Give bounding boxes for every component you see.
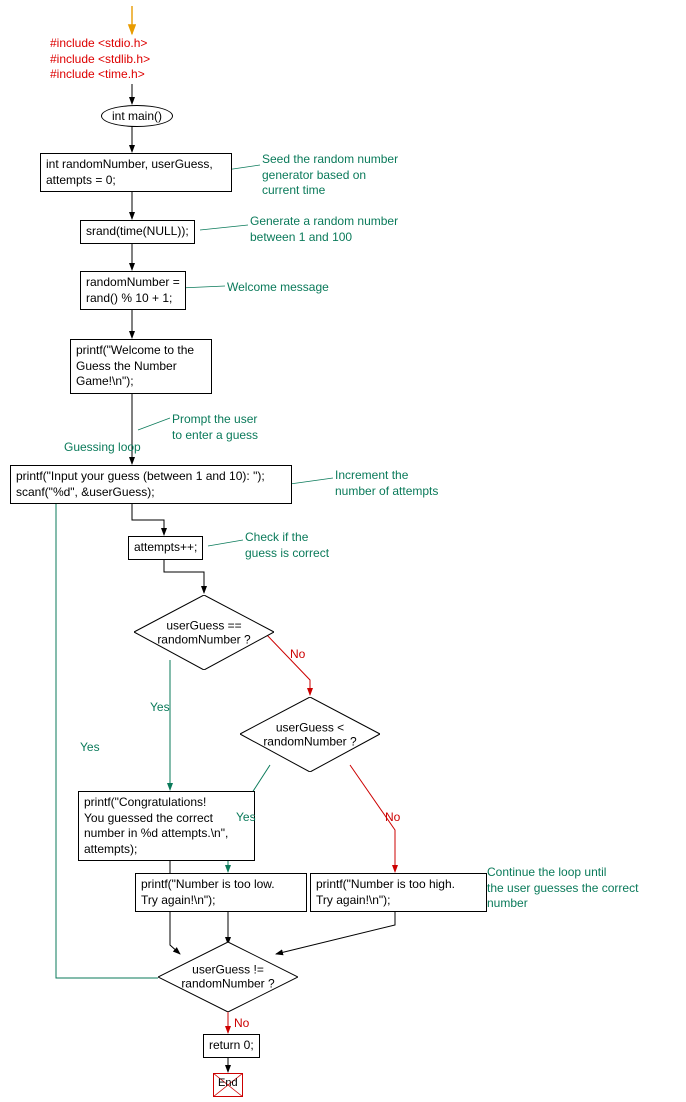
comment-seed: Seed the random number generator based o… (262, 152, 398, 199)
srand-node: srand(time(NULL)); (80, 220, 195, 244)
return-node: return 0; (203, 1034, 260, 1058)
edge-label-no: No (234, 1016, 249, 1030)
node-text: rand() % 10 + 1; (86, 291, 180, 307)
node-text: End (218, 1077, 238, 1089)
welcome-node: printf("Welcome to the Guess the Number … (70, 339, 212, 394)
includes-block: #include <stdio.h> #include <stdlib.h> #… (50, 36, 150, 83)
edge-label-yes: Yes (150, 700, 170, 714)
high-node: printf("Number is too high. Try again!\n… (310, 873, 487, 912)
node-text: srand(time(NULL)); (86, 224, 189, 238)
node-text: userGuess == (134, 618, 274, 632)
node-text: printf("Welcome to the (76, 343, 206, 359)
comment-continue: Continue the loop until the user guesses… (487, 865, 638, 912)
node-text: attempts = 0; (46, 173, 226, 189)
rand-node: randomNumber = rand() % 10 + 1; (80, 271, 186, 310)
node-text: printf("Input your guess (between 1 and … (16, 469, 286, 485)
congrats-node: printf("Congratulations! You guessed the… (78, 791, 255, 861)
lt-decision: userGuess < randomNumber ? (240, 697, 380, 772)
node-text: attempts); (84, 842, 249, 858)
node-text: int randomNumber, userGuess, (46, 157, 226, 173)
eq-decision: userGuess == randomNumber ? (134, 595, 274, 670)
end-terminal: End (213, 1073, 243, 1100)
node-text: scanf("%d", &userGuess); (16, 485, 286, 501)
node-text: You guessed the correct (84, 811, 249, 827)
node-text: number in %d attempts.\n", (84, 826, 249, 842)
node-text: Try again!\n"); (316, 893, 481, 909)
comment-prompt: Prompt the user to enter a guess (172, 412, 258, 443)
comment-guessloop: Guessing loop (64, 440, 141, 456)
include-line: #include <time.h> (50, 67, 150, 83)
node-text: printf("Number is too low. (141, 877, 301, 893)
low-node: printf("Number is too low. Try again!\n"… (135, 873, 307, 912)
node-text: return 0; (209, 1038, 254, 1052)
node-text: attempts++; (134, 540, 197, 554)
node-text: randomNumber ? (158, 977, 298, 991)
node-text: printf("Number is too high. (316, 877, 481, 893)
node-text: randomNumber ? (134, 633, 274, 647)
main-terminal: int main() (101, 105, 173, 127)
comment-welcome: Welcome message (227, 280, 329, 296)
loop-decision: userGuess != randomNumber ? (158, 942, 298, 1012)
comment-check: Check if the guess is correct (245, 530, 329, 561)
edge-label-no: No (290, 647, 305, 661)
increment-node: attempts++; (128, 536, 203, 560)
node-text: userGuess < (240, 720, 380, 734)
decl-node: int randomNumber, userGuess, attempts = … (40, 153, 232, 192)
edge-label-yes: Yes (80, 740, 100, 754)
node-text: Try again!\n"); (141, 893, 301, 909)
node-text: int main() (112, 109, 162, 123)
node-text: printf("Congratulations! (84, 795, 249, 811)
prompt-node: printf("Input your guess (between 1 and … (10, 465, 292, 504)
node-text: userGuess != (158, 963, 298, 977)
comment-generate: Generate a random number between 1 and 1… (250, 214, 398, 245)
include-line: #include <stdlib.h> (50, 52, 150, 68)
edge-label-yes: Yes (236, 810, 256, 824)
node-text: randomNumber = (86, 275, 180, 291)
node-text: Game!\n"); (76, 374, 206, 390)
node-text: randomNumber ? (240, 735, 380, 749)
node-text: Guess the Number (76, 359, 206, 375)
edge-label-no: No (385, 810, 400, 824)
comment-increment: Increment the number of attempts (335, 468, 438, 499)
include-line: #include <stdio.h> (50, 36, 150, 52)
